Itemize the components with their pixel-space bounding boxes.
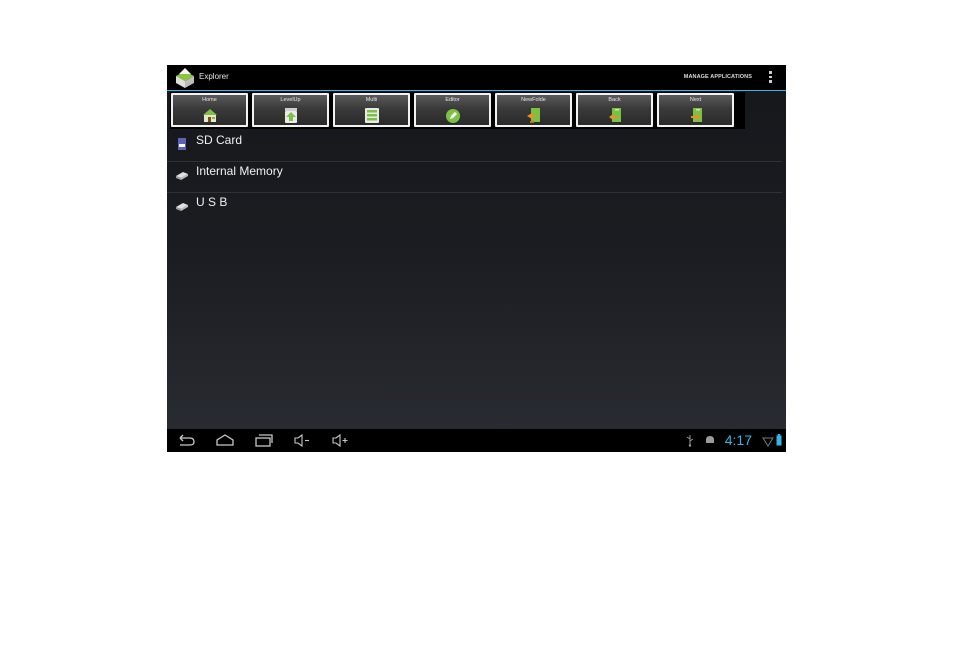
action-bar: Explorer MANAGE APPLICATIONS: [167, 65, 786, 91]
editor-icon: [445, 109, 460, 123]
multi-select-icon: [364, 108, 379, 123]
list-item-label: Internal Memory: [196, 164, 283, 178]
back-icon: [608, 108, 621, 122]
toolbar: Home LevelUp Multi Editor NewFolde Back …: [170, 92, 745, 129]
android-debug-icon: [706, 436, 714, 443]
storage-list: SD Card Internal Memory U S B: [167, 131, 786, 223]
level-up-button-label: LevelUp: [280, 97, 301, 103]
usb-icon: [686, 435, 694, 447]
app-title: Explorer: [199, 72, 229, 81]
list-item-label: SD Card: [196, 133, 243, 147]
editor-button[interactable]: Editor: [414, 93, 491, 127]
sd-card-icon: [178, 138, 186, 150]
status-clock: 4:17: [724, 432, 752, 448]
new-folder-button-label: NewFolde: [521, 97, 546, 103]
wifi-icon: [762, 437, 774, 447]
back-button[interactable]: Back: [576, 93, 653, 127]
volume-up-icon[interactable]: [330, 432, 350, 449]
back-button-label: Back: [608, 97, 621, 103]
app-logo-icon: [176, 68, 194, 88]
editor-button-label: Editor: [445, 97, 460, 103]
next-button[interactable]: Next: [657, 93, 734, 127]
device-screen: Explorer MANAGE APPLICATIONS Home LevelU…: [167, 65, 786, 452]
home-icon: [202, 109, 217, 122]
drive-icon: [176, 172, 188, 180]
list-item-label: U S B: [196, 195, 228, 209]
level-up-button[interactable]: LevelUp: [252, 93, 329, 127]
new-folder-icon: [526, 108, 540, 123]
volume-down-icon[interactable]: [292, 432, 312, 449]
nav-home-icon[interactable]: [215, 432, 235, 449]
system-bar: 4:17: [167, 429, 786, 452]
new-folder-button[interactable]: NewFolde: [495, 93, 572, 127]
multi-button-label: Multi: [365, 97, 378, 103]
level-up-icon: [284, 108, 297, 123]
battery-icon: [776, 434, 782, 446]
next-button-label: Next: [689, 97, 702, 103]
multi-button[interactable]: Multi: [333, 93, 410, 127]
list-item-sd-card[interactable]: SD Card: [167, 131, 782, 162]
list-item-internal-memory[interactable]: Internal Memory: [167, 162, 782, 193]
list-item-usb[interactable]: U S B: [167, 193, 782, 223]
manage-applications-button[interactable]: MANAGE APPLICATIONS: [684, 74, 752, 80]
nav-recent-apps-icon[interactable]: [254, 432, 274, 449]
nav-back-icon[interactable]: [176, 432, 196, 449]
next-icon: [690, 108, 702, 122]
home-button-label: Home: [202, 97, 217, 103]
home-button[interactable]: Home: [171, 93, 248, 127]
overflow-menu-icon[interactable]: [768, 71, 772, 85]
drive-icon: [176, 203, 188, 211]
